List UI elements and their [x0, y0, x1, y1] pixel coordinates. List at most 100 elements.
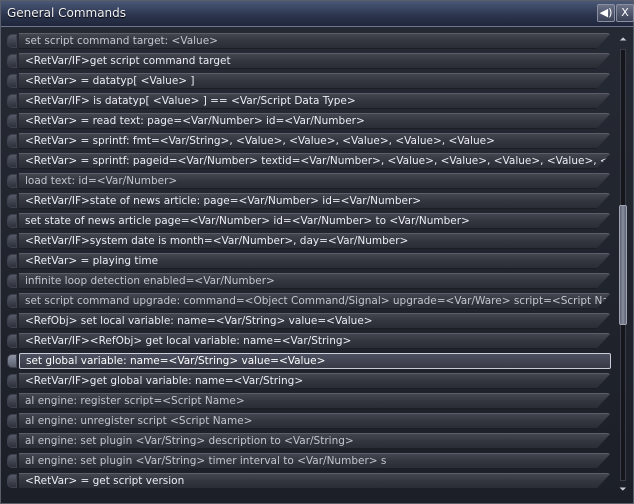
command-label: <RetVar/IF>system date is month=<Var/Num… — [25, 235, 409, 247]
command-button[interactable]: al engine: set plugin <Var/String> timer… — [19, 453, 611, 469]
row-tab — [7, 234, 17, 248]
scroll-down-icon[interactable]: ⏷ — [617, 483, 629, 497]
command-item[interactable]: load text: id=<Var/Number> — [7, 173, 611, 189]
row-tab — [7, 314, 17, 328]
row-tab — [7, 394, 17, 408]
row-tab — [7, 474, 17, 488]
command-button[interactable]: <RetVar/IF>system date is month=<Var/Num… — [19, 233, 611, 249]
command-button[interactable]: set global variable: name=<Var/String> v… — [19, 353, 611, 369]
row-tab — [7, 334, 17, 348]
row-tab — [7, 294, 17, 308]
row-tab — [7, 254, 17, 268]
command-label: al engine: unregister script <Script Nam… — [25, 415, 253, 427]
command-button[interactable]: al engine: register script=<Script Name> — [19, 393, 611, 409]
command-button[interactable]: <RetVar/IF>get global variable: name=<Va… — [19, 373, 611, 389]
scrollbar[interactable]: ⏶ ⏷ — [617, 33, 629, 497]
command-label: <RetVar/IF>get global variable: name=<Va… — [25, 375, 304, 387]
row-tab — [7, 74, 17, 88]
row-tab — [7, 214, 17, 228]
command-label: al engine: set plugin <Var/String> timer… — [25, 455, 387, 467]
command-button[interactable]: al engine: unregister script <Script Nam… — [19, 413, 611, 429]
command-item[interactable]: <RetVar> = get script version — [7, 473, 611, 489]
command-button[interactable]: load text: id=<Var/Number> — [19, 173, 611, 189]
command-item[interactable]: <RetVar> = read text: page=<Var/Number> … — [7, 113, 611, 129]
command-item[interactable]: set script command target: <Value> — [7, 33, 611, 49]
command-item[interactable]: set script command upgrade: command=<Obj… — [7, 293, 611, 309]
row-tab — [7, 94, 17, 108]
row-tab — [7, 274, 17, 288]
command-item[interactable]: <RetVar/IF>get global variable: name=<Va… — [7, 373, 611, 389]
command-label: set global variable: name=<Var/String> v… — [26, 355, 326, 367]
command-item[interactable]: set state of news article page=<Var/Numb… — [7, 213, 611, 229]
row-tab — [7, 34, 17, 48]
command-label: set state of news article page=<Var/Numb… — [25, 215, 470, 227]
command-item[interactable]: <RefObj> set local variable: name=<Var/S… — [7, 313, 611, 329]
command-item[interactable]: <RetVar/IF><RefObj> get local variable: … — [7, 333, 611, 349]
command-label: <RetVar/IF>get script command target — [25, 55, 231, 67]
command-label: <RetVar> = playing time — [25, 255, 159, 267]
command-item[interactable]: infinite loop detection enabled=<Var/Num… — [7, 273, 611, 289]
command-button[interactable]: <RetVar> = get script version — [19, 473, 611, 489]
row-tab — [7, 414, 17, 428]
row-tab — [7, 134, 17, 148]
command-button[interactable]: <RetVar/IF>get script command target — [19, 53, 611, 69]
command-button[interactable]: <RetVar> = read text: page=<Var/Number> … — [19, 113, 611, 129]
command-label: <RetVar> = sprintf: pageid=<Var/Number> … — [25, 155, 611, 167]
command-label: infinite loop detection enabled=<Var/Num… — [25, 275, 275, 287]
command-button[interactable]: set script command upgrade: command=<Obj… — [19, 293, 611, 309]
command-item[interactable]: <RetVar> = sprintf: pageid=<Var/Number> … — [7, 153, 611, 169]
general-commands-window: General Commands ◀) X set script command… — [0, 0, 634, 504]
row-tab — [7, 114, 17, 128]
command-button[interactable]: <RetVar/IF><RefObj> get local variable: … — [19, 333, 611, 349]
title-bar: General Commands ◀) X — [1, 1, 634, 27]
row-tab — [7, 354, 17, 368]
command-label: set script command upgrade: command=<Obj… — [25, 295, 611, 307]
command-item[interactable]: al engine: register script=<Script Name> — [7, 393, 611, 409]
command-item[interactable]: <RetVar> = playing time — [7, 253, 611, 269]
command-button[interactable]: <RefObj> set local variable: name=<Var/S… — [19, 313, 611, 329]
command-item[interactable]: set global variable: name=<Var/String> v… — [7, 353, 611, 369]
command-item[interactable]: <RetVar/IF>get script command target — [7, 53, 611, 69]
command-label: <RetVar> = datatyp[ <Value> ] — [25, 75, 195, 87]
row-tab — [7, 434, 17, 448]
scroll-thumb[interactable] — [619, 205, 627, 325]
command-label: al engine: register script=<Script Name> — [25, 395, 245, 407]
command-button[interactable]: <RetVar/IF> is datatyp[ <Value> ] == <Va… — [19, 93, 611, 109]
row-tab — [7, 54, 17, 68]
command-label: <RetVar> = read text: page=<Var/Number> … — [25, 115, 365, 127]
row-tab — [7, 154, 17, 168]
command-item[interactable]: <RetVar> = datatyp[ <Value> ] — [7, 73, 611, 89]
command-label: <RetVar/IF>state of news article: page=<… — [25, 195, 422, 207]
command-label: set script command target: <Value> — [25, 35, 218, 47]
command-button[interactable]: set script command target: <Value> — [19, 33, 611, 49]
command-button[interactable]: <RetVar> = sprintf: fmt=<Var/String>, <V… — [19, 133, 611, 149]
command-label: <RefObj> set local variable: name=<Var/S… — [25, 315, 373, 327]
command-label: <RetVar/IF> is datatyp[ <Value> ] == <Va… — [25, 95, 356, 107]
scroll-up-icon[interactable]: ⏶ — [617, 33, 629, 47]
command-item[interactable]: <RetVar/IF>state of news article: page=<… — [7, 193, 611, 209]
window-title: General Commands — [7, 6, 127, 20]
command-button[interactable]: <RetVar> = playing time — [19, 253, 611, 269]
command-item[interactable]: <RetVar> = sprintf: fmt=<Var/String>, <V… — [7, 133, 611, 149]
sound-icon[interactable]: ◀) — [597, 4, 615, 22]
command-item[interactable]: al engine: set plugin <Var/String> descr… — [7, 433, 611, 449]
row-tab — [7, 194, 17, 208]
command-button[interactable]: <RetVar> = sprintf: pageid=<Var/Number> … — [19, 153, 611, 169]
command-item[interactable]: al engine: unregister script <Script Nam… — [7, 413, 611, 429]
command-button[interactable]: <RetVar/IF>state of news article: page=<… — [19, 193, 611, 209]
command-item[interactable]: <RetVar/IF> is datatyp[ <Value> ] == <Va… — [7, 93, 611, 109]
close-icon[interactable]: X — [616, 4, 634, 22]
command-button[interactable]: <RetVar> = datatyp[ <Value> ] — [19, 73, 611, 89]
command-item[interactable]: <RetVar/IF>system date is month=<Var/Num… — [7, 233, 611, 249]
row-tab — [7, 174, 17, 188]
command-button[interactable]: set state of news article page=<Var/Numb… — [19, 213, 611, 229]
command-button[interactable]: al engine: set plugin <Var/String> descr… — [19, 433, 611, 449]
command-label: <RetVar> = sprintf: fmt=<Var/String>, <V… — [25, 135, 495, 147]
row-tab — [7, 454, 17, 468]
command-label: load text: id=<Var/Number> — [25, 175, 178, 187]
command-button[interactable]: infinite loop detection enabled=<Var/Num… — [19, 273, 611, 289]
command-label: <RetVar/IF><RefObj> get local variable: … — [25, 335, 352, 347]
command-label: <RetVar> = get script version — [25, 475, 185, 487]
command-label: al engine: set plugin <Var/String> descr… — [25, 435, 354, 447]
command-item[interactable]: al engine: set plugin <Var/String> timer… — [7, 453, 611, 469]
